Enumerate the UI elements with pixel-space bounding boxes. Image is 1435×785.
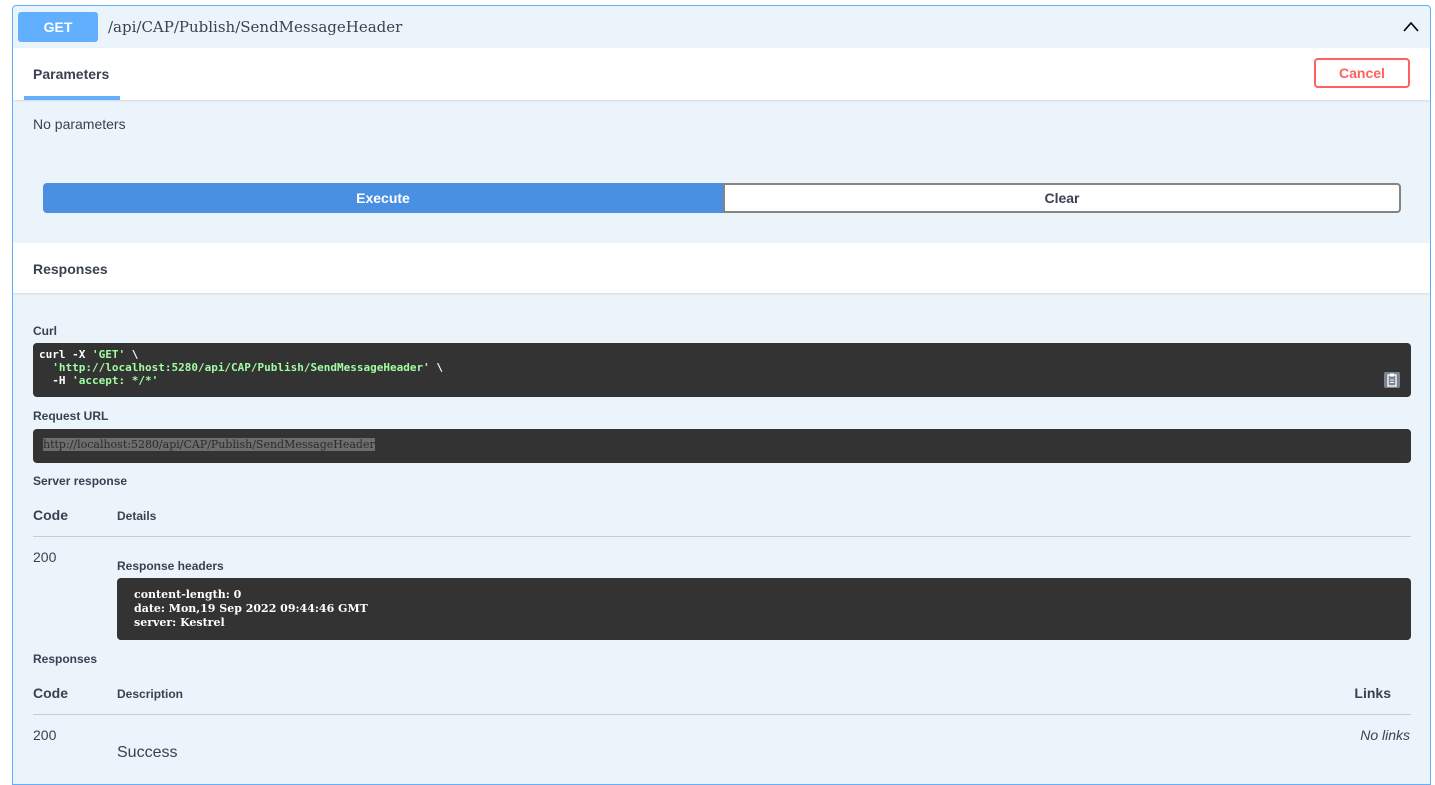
documented-response-links: No links xyxy=(1360,727,1410,743)
response-headers-label: Response headers xyxy=(117,559,224,573)
operation-block: GET /api/CAP/Publish/SendMessageHeader P… xyxy=(12,5,1431,785)
code-column-header: Code xyxy=(33,685,68,701)
response-headers-block[interactable]: content-length: 0 date: Mon,19 Sep 2022 … xyxy=(117,578,1411,640)
response-header-line: date: Mon,19 Sep 2022 09:44:46 GMT xyxy=(134,602,368,615)
tab-underline xyxy=(24,96,120,100)
documented-response-code: 200 xyxy=(33,727,57,743)
curl-code-block[interactable]: curl -X 'GET' \ 'http://localhost:5280/a… xyxy=(33,343,1411,397)
documented-responses-label: Responses xyxy=(33,652,98,666)
parameters-header: Parameters Cancel xyxy=(13,48,1430,100)
links-column-header: Links xyxy=(1354,685,1391,701)
server-response-code: 200 xyxy=(33,549,57,565)
responses-title: Responses xyxy=(33,261,108,277)
method-badge: GET xyxy=(18,12,98,42)
curl-line: -H 'accept: */*' xyxy=(39,374,159,387)
server-response-table-header: Code Details xyxy=(33,506,1411,537)
operation-summary[interactable]: GET /api/CAP/Publish/SendMessageHeader xyxy=(13,6,1430,49)
responses-table-header: Code Description Links xyxy=(33,684,1411,715)
tab-parameters[interactable]: Parameters xyxy=(33,66,109,82)
copy-to-clipboard-icon[interactable] xyxy=(1383,371,1401,389)
execute-wrapper: Execute Clear xyxy=(43,183,1401,213)
operation-path: /api/CAP/Publish/SendMessageHeader xyxy=(108,18,403,36)
response-header-line: server: Kestrel xyxy=(134,616,225,629)
cancel-button[interactable]: Cancel xyxy=(1314,58,1410,88)
request-url-label: Request URL xyxy=(33,409,109,423)
server-response-label: Server response xyxy=(33,474,128,488)
no-parameters-text: No parameters xyxy=(33,116,126,132)
code-column-header: Code xyxy=(33,507,68,523)
curl-line: curl -X 'GET' \ xyxy=(39,348,139,361)
responses-header: Responses xyxy=(13,243,1430,293)
request-url-box[interactable]: http://localhost:5280/api/CAP/Publish/Se… xyxy=(33,429,1411,463)
request-url[interactable]: http://localhost:5280/api/CAP/Publish/Se… xyxy=(43,438,375,451)
chevron-up-icon[interactable] xyxy=(1402,20,1420,34)
curl-label: Curl xyxy=(33,324,57,338)
documented-response-description: Success xyxy=(117,744,178,761)
description-column-header: Description xyxy=(117,687,184,701)
response-header-line: content-length: 0 xyxy=(134,588,242,601)
clear-button[interactable]: Clear xyxy=(723,183,1401,213)
curl-line: 'http://localhost:5280/api/CAP/Publish/S… xyxy=(52,361,443,374)
execute-button[interactable]: Execute xyxy=(43,183,723,213)
details-column-header: Details xyxy=(117,509,157,523)
